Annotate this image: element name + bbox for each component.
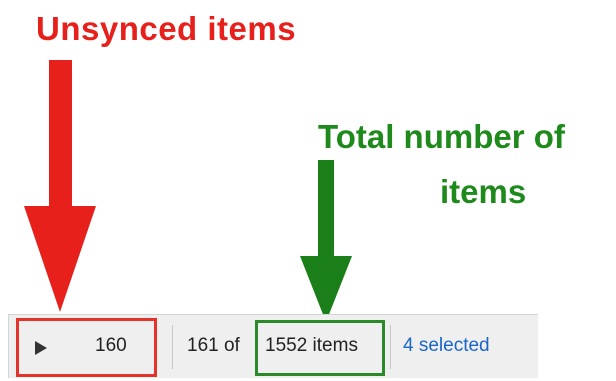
status-divider (390, 325, 391, 369)
status-divider (172, 325, 173, 369)
item-position: 161 of (187, 335, 240, 356)
selected-count: 4 selected (403, 335, 490, 356)
red-down-arrow-icon (24, 60, 96, 312)
green-down-arrow-icon (300, 160, 352, 322)
unsynced-highlight-box (16, 318, 157, 377)
total-items-highlight-box (255, 320, 385, 376)
